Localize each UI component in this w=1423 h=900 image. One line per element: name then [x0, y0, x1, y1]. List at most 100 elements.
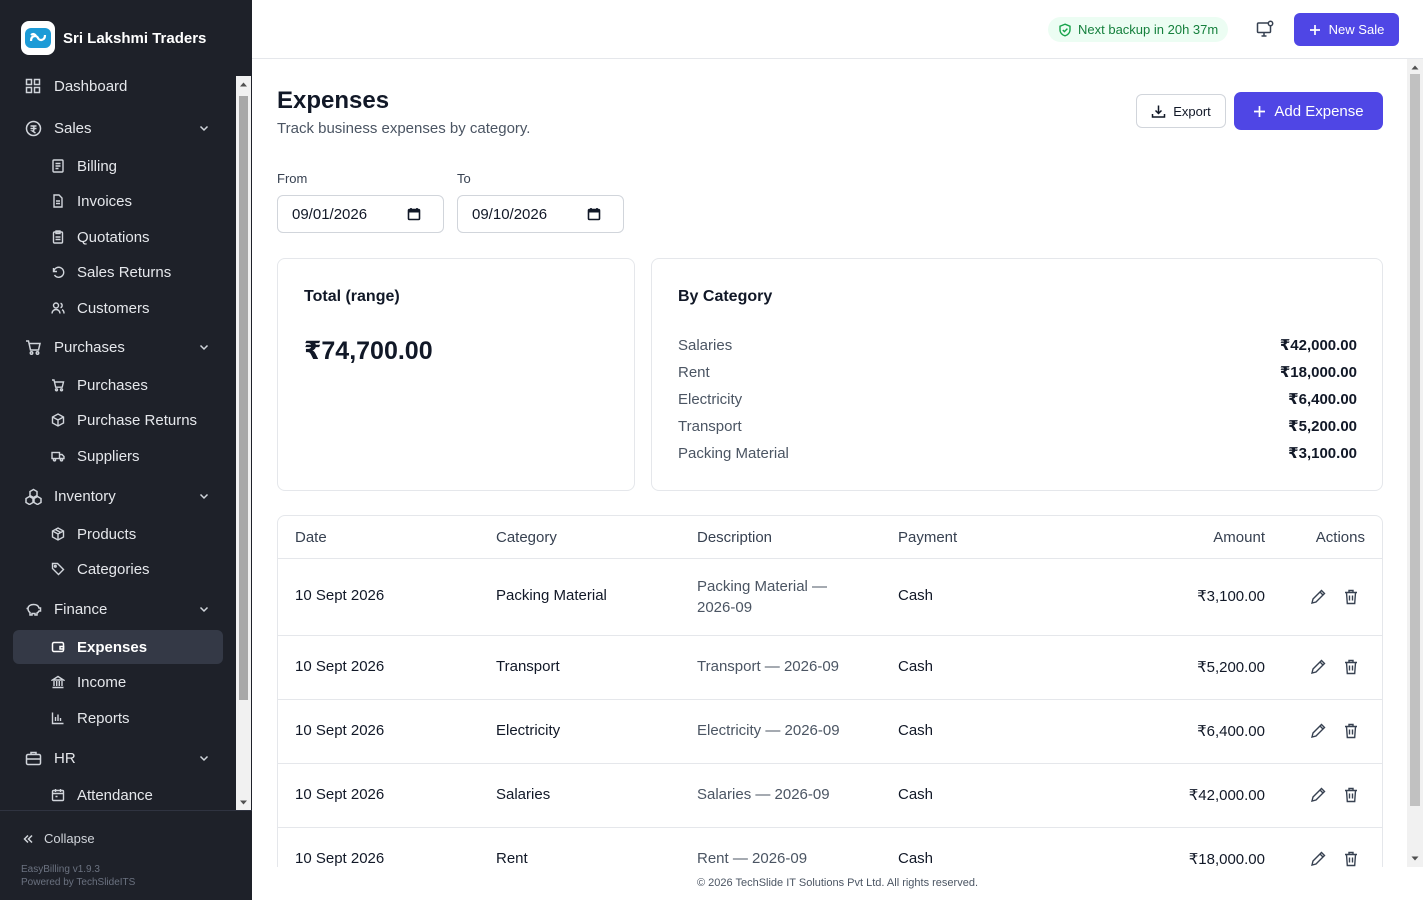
sidebar-item-products[interactable]: Products [13, 517, 223, 551]
topbar: Next backup in 20h 37m New Sale [252, 0, 1423, 59]
edit-pencil-icon[interactable] [1309, 722, 1327, 740]
sidebar: Sri Lakshmi Traders Dashboard Sales Bill… [0, 0, 252, 900]
scroll-down-arrow-icon[interactable] [239, 798, 248, 807]
sidebar-item-sales[interactable]: Sales [12, 111, 224, 145]
calendar-icon [50, 788, 65, 803]
sidebar-item-label: Inventory [54, 487, 116, 505]
sidebar-item-categories[interactable]: Categories [13, 552, 223, 586]
delete-trash-icon[interactable] [1342, 588, 1360, 606]
backup-status-badge: Next backup in 20h 37m [1048, 17, 1229, 42]
double-chevron-left-icon [23, 834, 33, 843]
collapse-button[interactable]: Collapse [22, 831, 95, 846]
sidebar-item-billing[interactable]: Billing [13, 149, 223, 183]
sidebar-item-label: Income [77, 673, 127, 691]
new-sale-button[interactable]: New Sale [1294, 13, 1399, 46]
sidebar-item-label: Sales Returns [77, 263, 172, 281]
calendar-icon[interactable] [587, 207, 601, 221]
cell-description: Salaries — 2026-09 [697, 786, 830, 803]
main-scrollbar-thumb[interactable] [1410, 74, 1420, 806]
category-amount: ₹5,200.00 [1288, 418, 1357, 435]
brand-name: Sri Lakshmi Traders [63, 29, 207, 47]
chevron-down-icon [199, 606, 209, 613]
sidebar-item-customers[interactable]: Customers [13, 291, 223, 325]
tag-icon [50, 562, 65, 577]
scroll-down-arrow-icon[interactable] [1410, 854, 1420, 863]
table-row[interactable]: 10 Sept 2026 Rent Rent — 2026-09 Cash ₹1… [278, 828, 1382, 867]
cell-date: 10 Sept 2026 [295, 658, 385, 675]
sidebar-item-income[interactable]: Income [13, 665, 223, 699]
copyright-text: © 2026 TechSlide IT Solutions Pvt Ltd. A… [696, 877, 978, 889]
sidebar-item-purchases-group[interactable]: Purchases [12, 330, 224, 364]
table-row[interactable]: 10 Sept 2026 Salaries Salaries — 2026-09… [278, 764, 1382, 828]
sidebar-item-label: Sales [54, 119, 92, 137]
sidebar-item-label: Billing [77, 157, 118, 175]
category-row: Transport ₹5,200.00 [678, 416, 1357, 436]
sidebar-item-hr[interactable]: HR [12, 741, 224, 775]
category-name: Rent [678, 363, 710, 381]
sidebar-item-dashboard[interactable]: Dashboard [12, 69, 224, 103]
sidebar-item-purchase-returns[interactable]: Purchase Returns [13, 403, 223, 437]
collapse-label: Collapse [44, 831, 95, 846]
display-settings-button[interactable] [1255, 19, 1275, 39]
shield-check-icon [1059, 22, 1071, 37]
edit-pencil-icon[interactable] [1309, 588, 1327, 606]
version-info: EasyBilling v1.9.3 Powered by TechSlideI… [21, 863, 135, 889]
sidebar-item-finance[interactable]: Finance [12, 592, 224, 626]
sidebar-item-attendance[interactable]: Attendance [13, 778, 223, 810]
category-name: Transport [678, 417, 742, 435]
column-header-amount[interactable]: Amount [1213, 529, 1265, 546]
cell-category: Rent [496, 850, 528, 867]
sidebar-item-expenses[interactable]: Expenses [13, 630, 223, 664]
sidebar-item-reports[interactable]: Reports [13, 701, 223, 735]
sidebar-scrollbar-thumb[interactable] [239, 96, 248, 700]
edit-pencil-icon[interactable] [1309, 658, 1327, 676]
column-header-payment[interactable]: Payment [898, 529, 957, 546]
cell-category: Transport [496, 658, 560, 675]
export-button[interactable]: Export [1136, 94, 1226, 128]
cell-amount: ₹6,400.00 [1197, 723, 1265, 740]
add-expense-button[interactable]: Add Expense [1234, 92, 1383, 130]
cell-payment: Cash [898, 786, 934, 803]
edit-pencil-icon[interactable] [1309, 850, 1327, 867]
sidebar-item-label: Purchase Returns [77, 411, 198, 429]
sidebar-item-label: Dashboard [54, 77, 128, 95]
delete-trash-icon[interactable] [1342, 850, 1360, 867]
delete-trash-icon[interactable] [1342, 786, 1360, 804]
cell-payment: Cash [898, 587, 934, 604]
table-row[interactable]: 10 Sept 2026 Transport Transport — 2026-… [278, 636, 1382, 700]
edit-pencil-icon[interactable] [1309, 786, 1327, 804]
download-icon [1151, 105, 1166, 118]
table-row[interactable]: 10 Sept 2026 Packing Material Packing Ma… [278, 559, 1382, 636]
sidebar-item-inventory[interactable]: Inventory [12, 479, 224, 513]
table-row[interactable]: 10 Sept 2026 Electricity Electricity — 2… [278, 700, 1382, 764]
from-date-input[interactable]: 09/01/2026 [277, 195, 444, 233]
sidebar-item-purchases[interactable]: Purchases [13, 368, 223, 402]
sidebar-item-sales-returns[interactable]: Sales Returns [13, 255, 223, 289]
by-category-card: By Category Salaries ₹42,000.00 Rent ₹18… [651, 258, 1383, 491]
delete-trash-icon[interactable] [1342, 722, 1360, 740]
sidebar-item-quotations[interactable]: Quotations [13, 220, 223, 254]
cell-amount: ₹18,000.00 [1188, 851, 1265, 867]
scroll-up-arrow-icon[interactable] [239, 80, 248, 89]
delete-trash-icon[interactable] [1342, 658, 1360, 676]
briefcase-icon [24, 749, 42, 767]
column-header-category[interactable]: Category [496, 529, 557, 546]
bar-chart-icon [50, 711, 65, 726]
cell-date: 10 Sept 2026 [295, 786, 385, 803]
sidebar-item-label: Invoices [77, 192, 133, 210]
sidebar-item-label: Expenses [77, 638, 148, 656]
column-header-date[interactable]: Date [295, 529, 327, 546]
brand[interactable]: Sri Lakshmi Traders [21, 21, 206, 55]
description-line: Packing Material — [697, 578, 828, 595]
cell-description: Transport — 2026-09 [697, 658, 840, 675]
sidebar-item-suppliers[interactable]: Suppliers [13, 439, 223, 473]
to-date-input[interactable]: 09/10/2026 [457, 195, 624, 233]
scroll-up-arrow-icon[interactable] [1410, 63, 1420, 72]
receipt-icon [50, 159, 65, 174]
brand-logo-icon [21, 21, 55, 55]
column-header-description[interactable]: Description [697, 529, 772, 546]
sidebar-item-label: Purchases [77, 376, 148, 394]
cell-date: 10 Sept 2026 [295, 587, 385, 604]
sidebar-item-invoices[interactable]: Invoices [13, 184, 223, 218]
calendar-icon[interactable] [407, 207, 421, 221]
